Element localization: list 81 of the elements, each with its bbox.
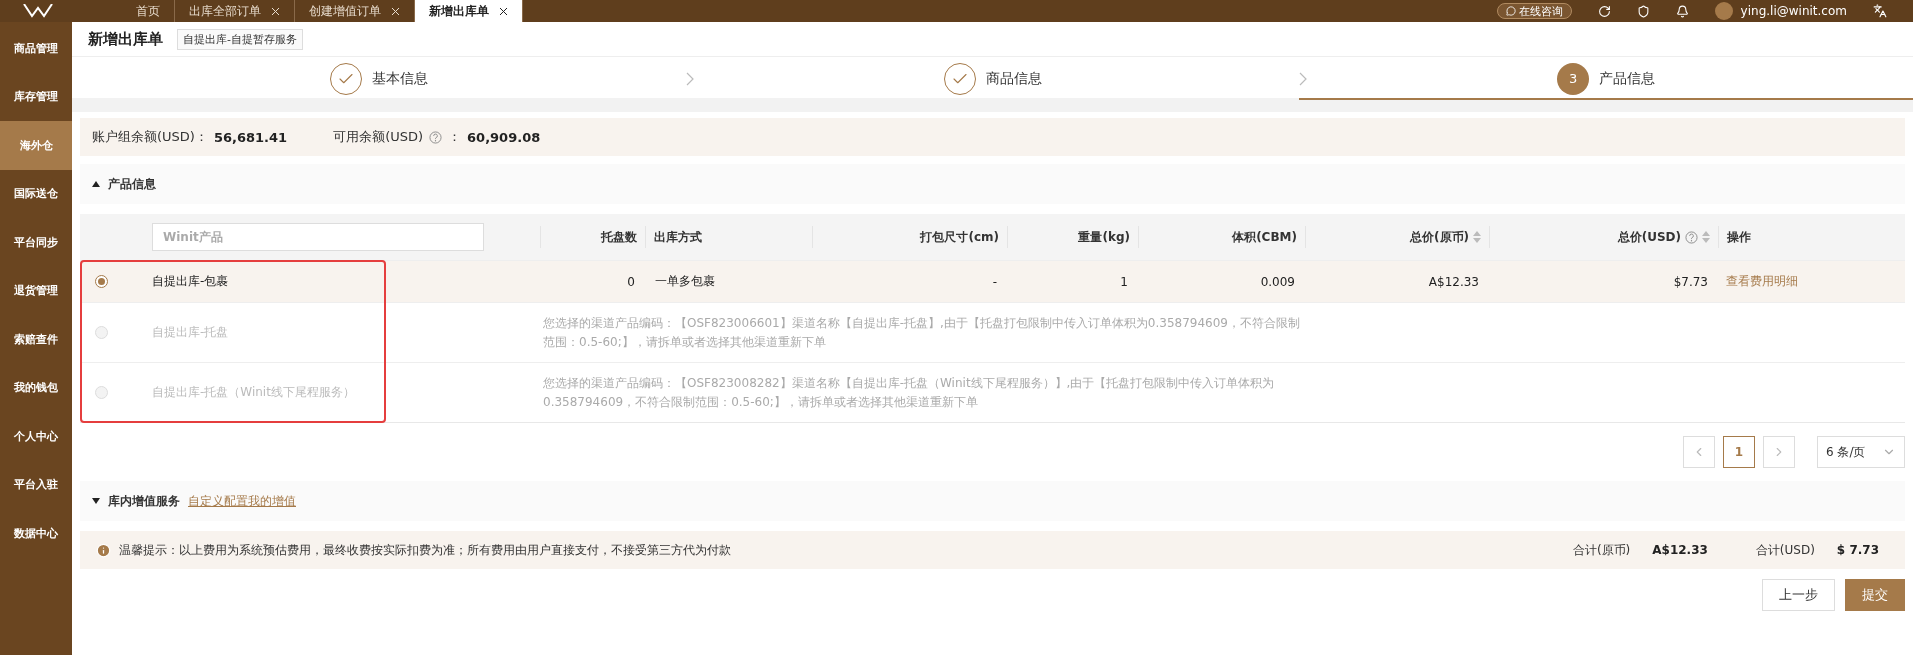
chat-icon (1505, 6, 1516, 16)
column-label: 总价(USD) (1617, 228, 1681, 246)
sidebar-item[interactable]: 海外仓 (0, 121, 72, 170)
close-icon[interactable] (499, 6, 508, 16)
configure-link[interactable]: 自定义配置我的增值 (188, 492, 296, 510)
tab-label: 新增出库单 (429, 2, 489, 20)
column-label: 托盘数 (601, 228, 637, 246)
column-label: 操作 (1727, 228, 1751, 246)
separator: ： (448, 128, 462, 146)
sidebar-item[interactable]: 平台同步 (0, 218, 72, 267)
sidebar-item[interactable]: 我的钱包 (0, 363, 72, 412)
service-tag: 自提出库-自提暂存服务 (177, 28, 303, 50)
consult-button[interactable]: 在线咨询 (1496, 3, 1572, 19)
table-cell-text: 0 (626, 274, 636, 289)
step-label: 产品信息 (1599, 69, 1656, 88)
radio-button[interactable] (94, 275, 108, 288)
table-cell-text: 1 (1119, 274, 1129, 289)
step-label: 基本信息 (371, 69, 428, 88)
product-name: 自提出库-托盘 (152, 324, 230, 341)
bell-icon[interactable] (1675, 4, 1689, 18)
caret-down-icon[interactable] (92, 498, 100, 504)
caret-up-icon[interactable] (92, 181, 100, 187)
section-title: 库内增值服务 (108, 492, 180, 510)
product-name: 自提出库-包裹 (152, 273, 230, 290)
available-value: 60,909.08 (467, 129, 541, 145)
page-number-button[interactable]: 1 (1723, 436, 1755, 468)
chevron-right-icon (685, 71, 694, 86)
column-label: 打包尺寸(cm) (920, 228, 999, 246)
table-cell-text: $7.73 (1672, 274, 1709, 289)
section-title: 产品信息 (108, 175, 156, 193)
page-tab[interactable]: 新增出库单 (415, 0, 523, 22)
tab-label: 创建增值订单 (309, 2, 381, 20)
table-cell-text: A$12.33 (1427, 274, 1480, 289)
chevron-right-icon (1299, 71, 1308, 86)
submit-button[interactable]: 提交 (1845, 579, 1905, 611)
error-message: 您选择的渠道产品编码：【OSF823008282】渠道名称【自提出库-托盘（Winit线下尾程服务）】,由于【托盘打包限制中传入订单体积为0.358794609，不符合限制范围：0.5-60;】，请拆单或者选择其他渠道重新下单 (542, 374, 1276, 411)
column-label: 总价(原币) (1410, 228, 1469, 246)
table-row[interactable]: 自提出库-包裹 0 一单多包裹 - 1 0.009 A$12.33 $7.73 查看费用明细 (80, 260, 1905, 302)
sidebar-item[interactable]: 平台入驻 (0, 460, 72, 509)
column-label: 重量(kg) (1078, 228, 1130, 246)
tab-label: 出库全部订单 (189, 2, 261, 20)
total-value: A$12.33 (1652, 543, 1708, 557)
refresh-icon[interactable] (1597, 4, 1611, 18)
error-message: 您选择的渠道产品编码：【OSF823006601】渠道名称【自提出库-托盘】,由于【托盘打包限制中传入订单体积为0.358794609，不符合限制范围：0.5-60;】，请拆单或者选择其他渠道重新下单 (542, 314, 1301, 351)
sidebar-item[interactable]: 商品管理 (0, 24, 72, 73)
available-label: 可用余额(USD) (333, 128, 424, 146)
help-icon (429, 130, 443, 144)
section-header[interactable]: 库内增值服务 自定义配置我的增值 (80, 481, 1905, 521)
tab-label: 首页 (136, 2, 160, 20)
table-cell-text: 一单多包裹 (654, 273, 716, 290)
sidebar-item[interactable]: 数据中心 (0, 509, 72, 558)
product-name: 自提出库-托盘（Winit线下尾程服务） (152, 384, 356, 401)
sidebar-item[interactable]: 退货管理 (0, 266, 72, 315)
sidebar-item[interactable]: 索赔查件 (0, 315, 72, 364)
sidebar-item[interactable]: 国际送仓 (0, 169, 72, 218)
sidebar-item[interactable]: 库存管理 (0, 72, 72, 121)
section-header[interactable]: 产品信息 (80, 164, 1905, 204)
balance-value: 56,681.41 (213, 129, 288, 145)
tip-text: 温馨提示：以上费用为系统预估费用，最终收费按实际扣费为准；所有费用由用户直接支付，不接受第三方代为付款 (119, 541, 732, 559)
step-number: 3 (1557, 62, 1590, 95)
table-cell-text: 0.009 (1259, 274, 1296, 289)
total-label: 合计(USD) (1755, 541, 1815, 559)
back-button[interactable]: 上一步 (1762, 579, 1835, 611)
translate-icon[interactable] (1873, 4, 1887, 18)
column-label: 出库方式 (654, 228, 702, 246)
balance-label: 账户组余额(USD)： (92, 128, 208, 146)
help-icon (1685, 230, 1698, 244)
sidebar-item[interactable]: 个人中心 (0, 412, 72, 461)
page-size-select[interactable]: 6 条/页 (1817, 436, 1905, 468)
info-icon (96, 542, 111, 558)
fee-detail-link[interactable]: 查看费用明细 (1718, 273, 1905, 290)
user-email[interactable]: ying.li@winit.com (1740, 4, 1847, 18)
table-cell-text: - (991, 274, 998, 289)
total-label: 合计(原币) (1572, 541, 1631, 559)
page-title: 新增出库单 (88, 29, 163, 49)
shield-icon[interactable] (1636, 4, 1650, 18)
search-field[interactable]: Winit产品 (152, 223, 484, 251)
total-value: $ 7.73 (1836, 543, 1879, 557)
column-label: 体积(CBM) (1232, 228, 1297, 246)
avatar[interactable] (1714, 2, 1733, 20)
step-label: 商品信息 (985, 69, 1042, 88)
